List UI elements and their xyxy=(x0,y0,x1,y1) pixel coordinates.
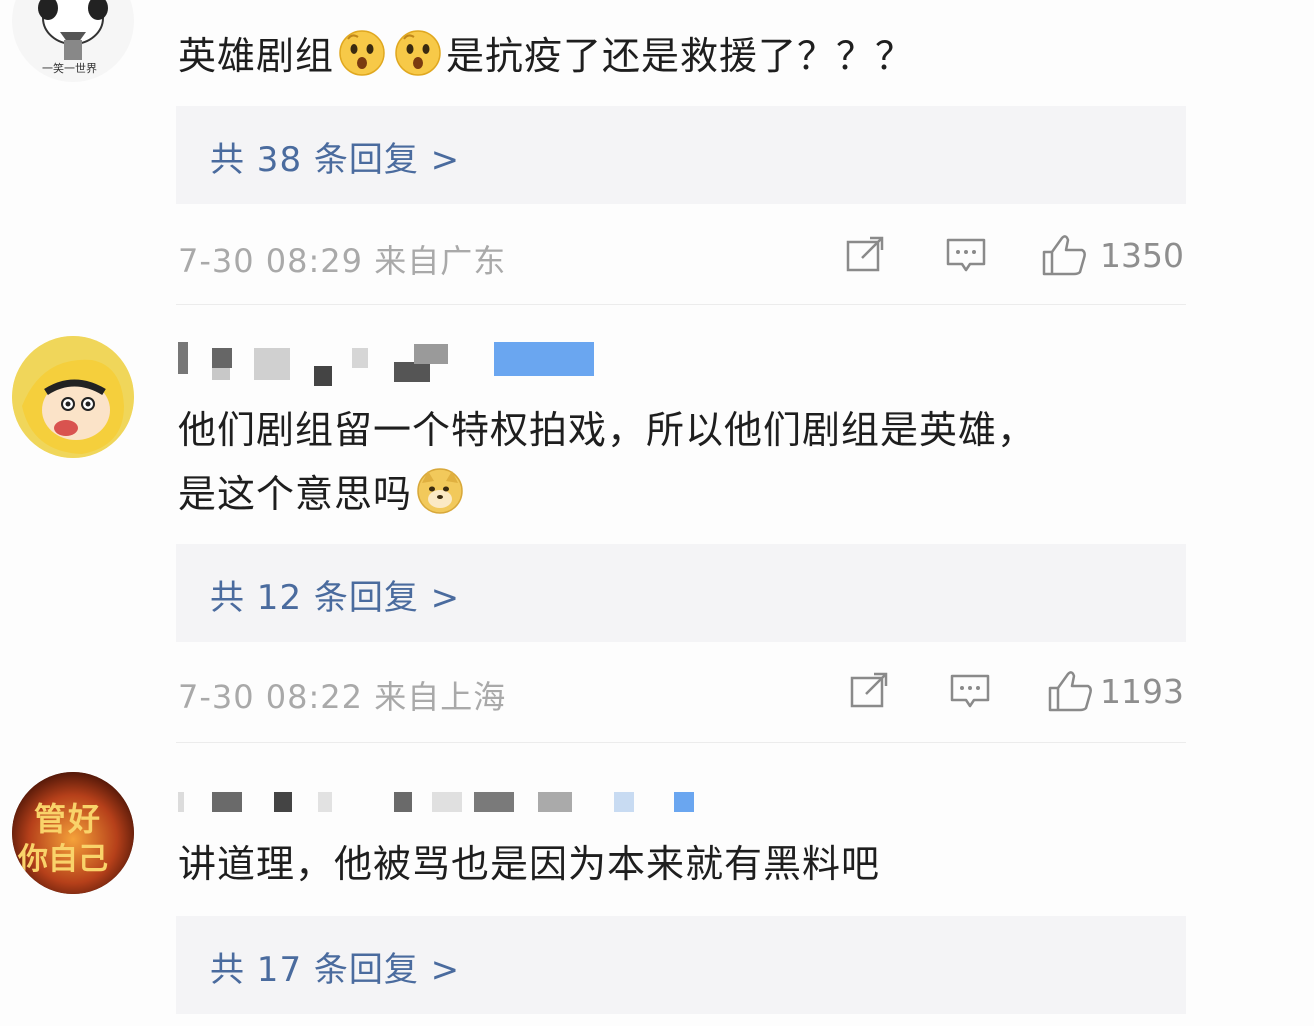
divider xyxy=(176,742,1186,743)
thumbs-up-icon[interactable] xyxy=(1040,232,1088,276)
comment-text-line: 他们剧组留一个特权拍戏，所以他们剧组是英雄， xyxy=(178,408,1037,452)
avatar-caption: 一笑一世界 xyxy=(42,62,97,75)
replies-link[interactable]: 共 17 条回复 > xyxy=(176,916,1186,1014)
like-count: 1193 xyxy=(1100,672,1184,711)
share-icon[interactable] xyxy=(844,232,888,276)
comment-text-part: 是抗疫了还是救援了？？？ xyxy=(446,34,915,78)
divider xyxy=(176,304,1186,305)
comment-text-part: 英雄剧组 xyxy=(178,34,335,78)
author-name-blurred[interactable] xyxy=(178,782,694,826)
doge-face-icon xyxy=(417,468,463,514)
verified-badge xyxy=(674,792,694,812)
comment-text: 英雄剧组 是抗疫了还是救援了？？？ xyxy=(178,24,1194,88)
comment-icon[interactable] xyxy=(944,232,988,276)
timestamp-location: 7-30 08:22 来自上海 xyxy=(178,678,507,716)
comment-text: 讲道理，他被骂也是因为本来就有黑料吧 xyxy=(178,832,1194,896)
replies-count: 共 12 条回复 > xyxy=(210,578,461,618)
verified-badge xyxy=(494,342,594,376)
comment-meta: 7-30 08:22 来自上海 1193 xyxy=(178,664,1188,720)
replies-link[interactable]: 共 12 条回复 > xyxy=(176,544,1186,642)
surprised-face-icon xyxy=(395,30,441,76)
avatar-shinchan-icon xyxy=(12,336,134,458)
avatar[interactable]: 一笑一世界 xyxy=(12,0,134,82)
avatar[interactable] xyxy=(12,336,134,458)
comment-text-line: 是这个意思吗 xyxy=(178,462,1194,526)
avatar[interactable]: 管好 你自己 xyxy=(12,772,134,894)
comment-text-part: 讲道理，他被骂也是因为本来就有黑料吧 xyxy=(178,842,881,886)
comment-text: 他们剧组留一个特权拍戏，所以他们剧组是英雄， 是这个意思吗 xyxy=(178,398,1194,526)
replies-count: 共 38 条回复 > xyxy=(210,140,461,180)
share-icon[interactable] xyxy=(848,668,892,712)
surprised-face-icon xyxy=(339,30,385,76)
author-name-blurred[interactable] xyxy=(178,338,638,386)
timestamp-location: 7-30 08:29 来自广东 xyxy=(178,242,507,280)
comment-icon[interactable] xyxy=(948,668,992,712)
thumbs-up-icon[interactable] xyxy=(1046,668,1094,712)
avatar-caption: 你自己 xyxy=(18,842,108,877)
replies-count: 共 17 条回复 > xyxy=(210,950,461,990)
like-count: 1350 xyxy=(1100,236,1184,275)
comment-text-part: 是这个意思吗 xyxy=(178,472,413,516)
replies-link[interactable]: 共 38 条回复 > xyxy=(176,106,1186,204)
comment-meta: 7-30 08:29 来自广东 1350 xyxy=(178,228,1188,284)
